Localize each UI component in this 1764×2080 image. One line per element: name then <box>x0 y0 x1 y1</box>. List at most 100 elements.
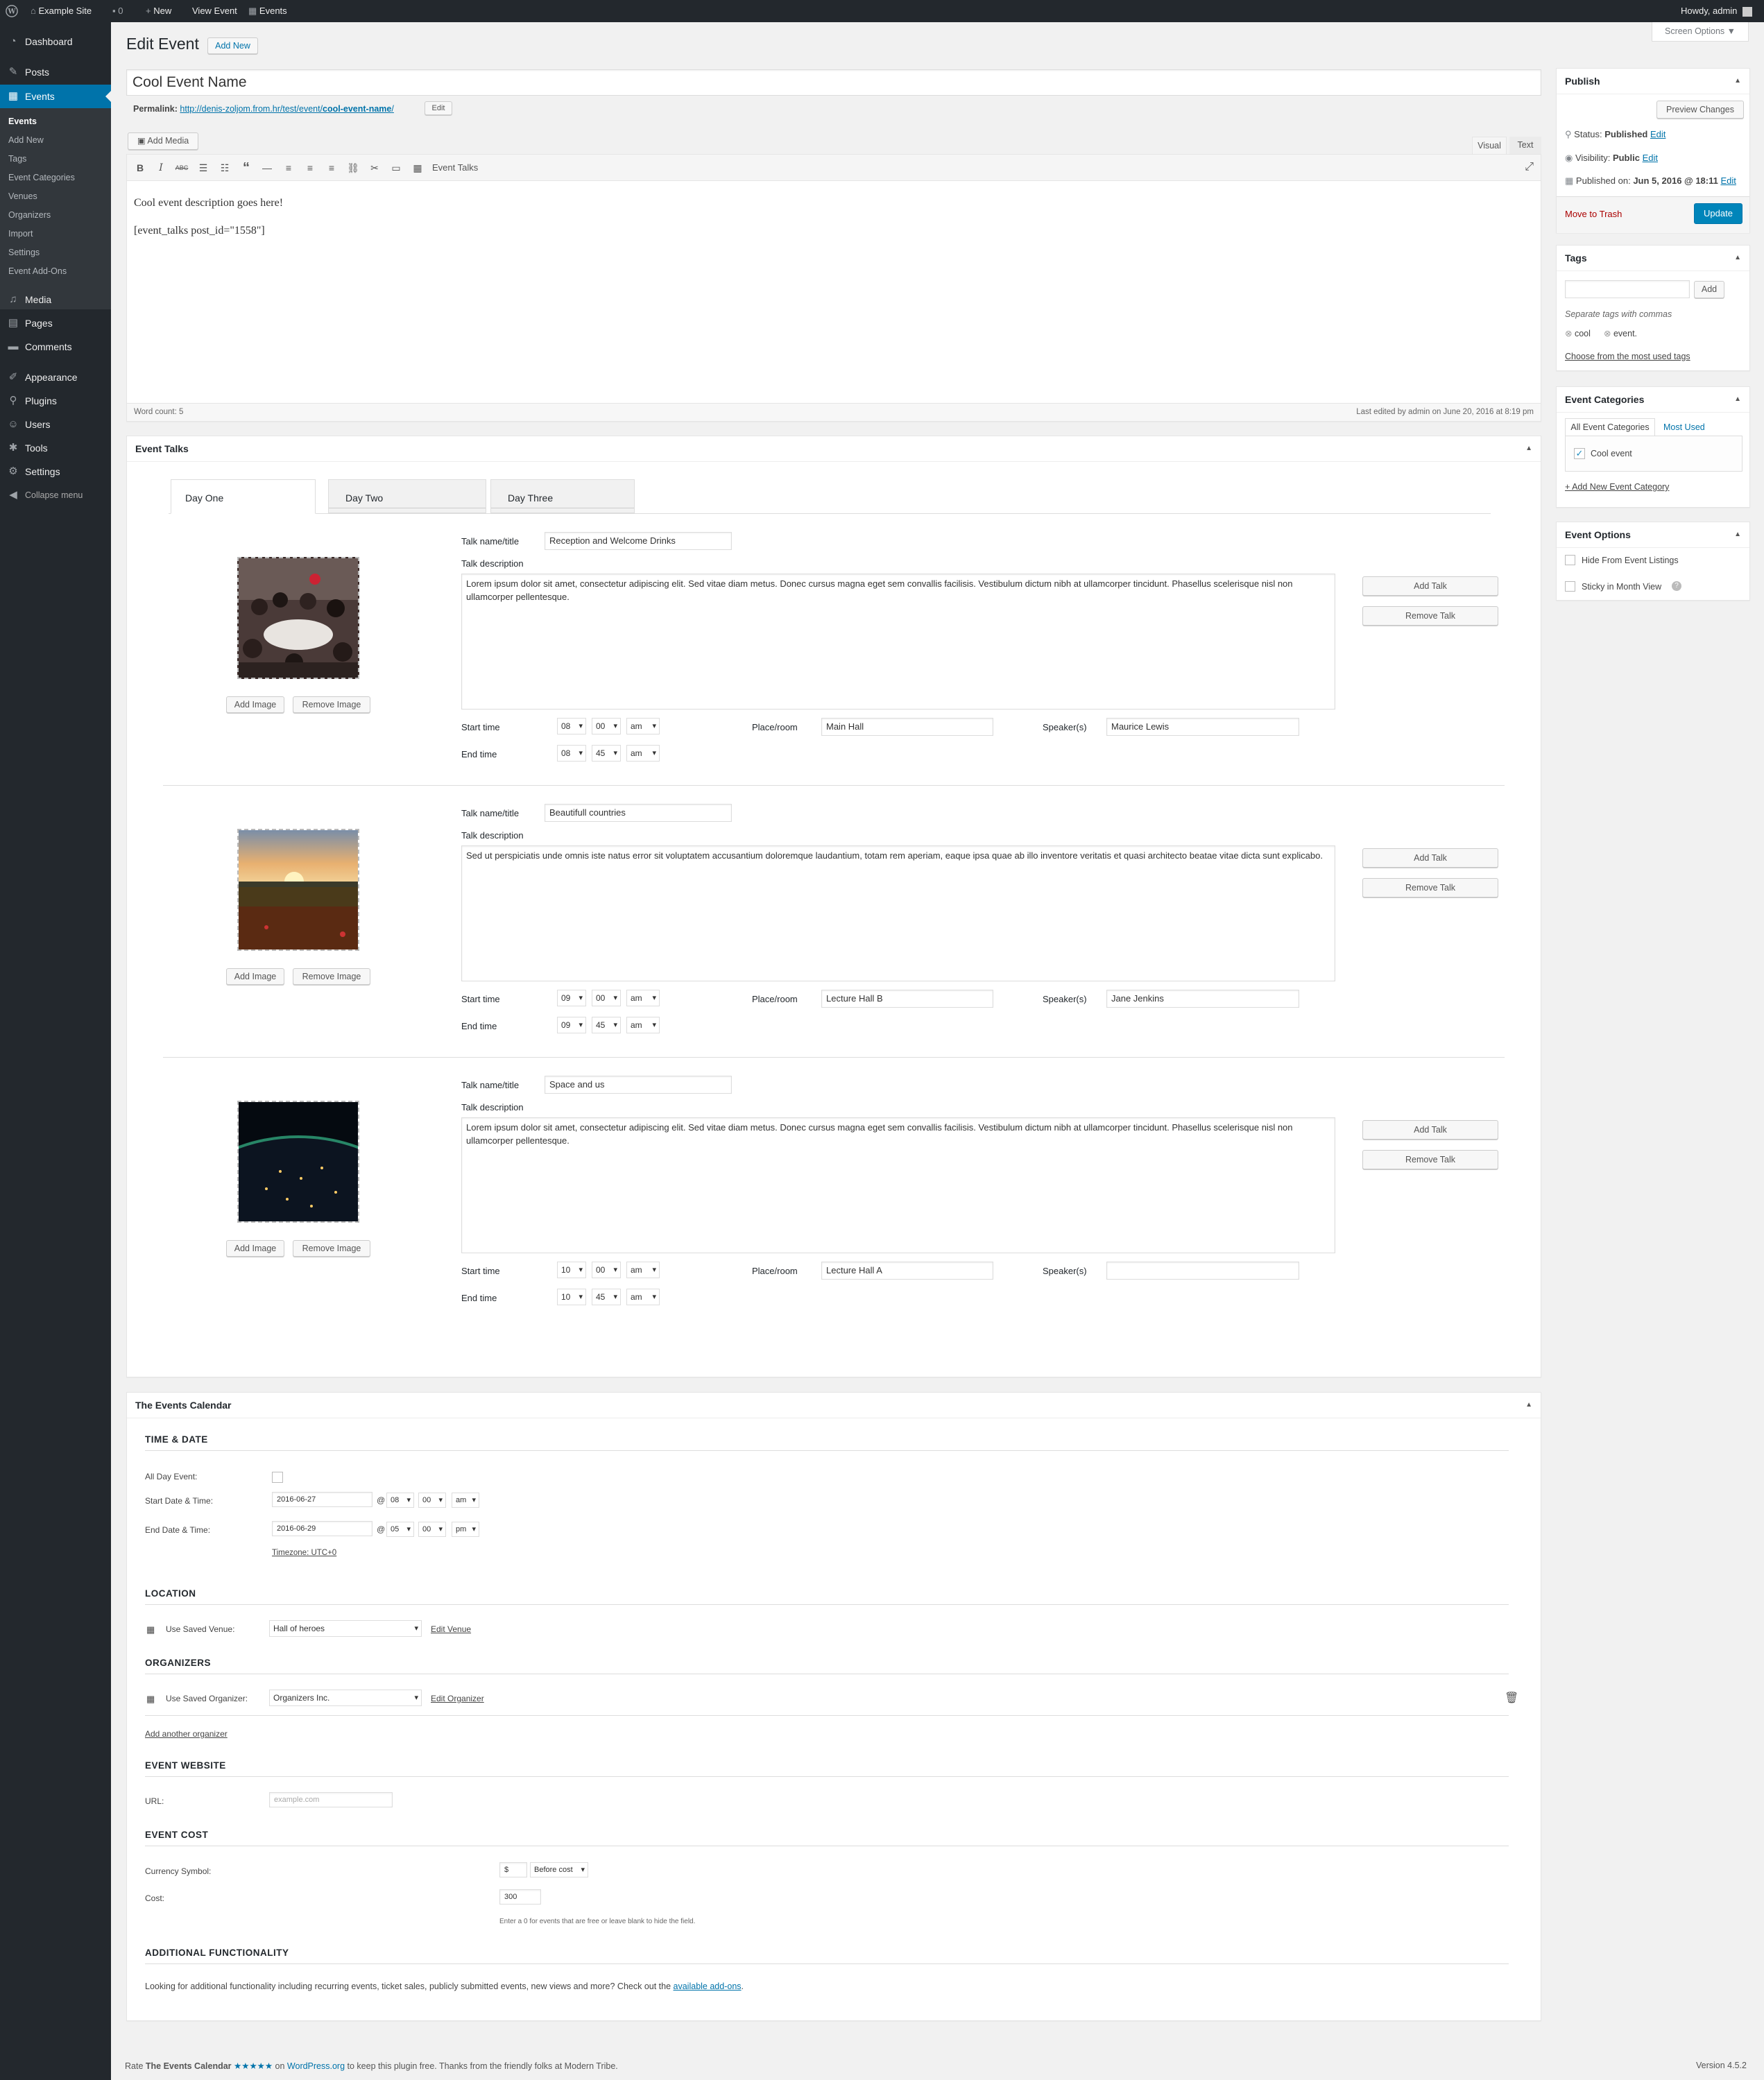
end-ampm-select[interactable]: am <box>626 1289 660 1305</box>
all-day-checkbox[interactable] <box>272 1472 283 1483</box>
place-input[interactable]: Lecture Hall B <box>821 990 993 1008</box>
fullscreen-icon[interactable]: ⤢ <box>1525 161 1534 173</box>
url-input[interactable]: example.com <box>269 1792 393 1807</box>
edit-status-link[interactable]: Edit <box>1650 129 1665 139</box>
menu-posts[interactable]: ✎ Posts <box>0 60 111 84</box>
menu-settings[interactable]: ⚙ Settings <box>0 460 111 483</box>
collapse-arrow-icon[interactable]: ▲ <box>1734 531 1741 538</box>
talk-description-textarea[interactable]: Lorem ipsum dolor sit amet, consectetur … <box>461 574 1335 710</box>
category-checkbox[interactable]: ✓ <box>1574 448 1585 459</box>
rating-stars[interactable]: ★★★★★ <box>234 2061 273 2071</box>
toolbar-toggle-icon[interactable]: ▦ <box>410 158 425 178</box>
collapse-arrow-icon[interactable]: ▲ <box>1525 1401 1532 1409</box>
hide-from-listings-checkbox[interactable] <box>1565 555 1575 565</box>
submenu-event-categories[interactable]: Event Categories <box>0 169 111 187</box>
start-ampm-select[interactable]: am <box>626 718 660 734</box>
add-image-button[interactable]: Add Image <box>226 1240 284 1257</box>
view-event-link[interactable]: View Event <box>192 0 237 22</box>
comments-link[interactable]: ▪ 0 <box>112 0 123 22</box>
talk-description-textarea[interactable]: Lorem ipsum dolor sit amet, consectetur … <box>461 1117 1335 1253</box>
submenu-import[interactable]: Import <box>0 225 111 243</box>
end-hour-select[interactable]: 09 <box>557 1017 586 1033</box>
submenu-venues[interactable]: Venues <box>0 187 111 206</box>
submenu-tags[interactable]: Tags <box>0 150 111 169</box>
post-title-input[interactable]: Cool Event Name <box>126 69 1541 96</box>
start-minute-select[interactable]: 00 <box>592 1262 621 1278</box>
align-left-icon[interactable]: ≡ <box>281 158 296 178</box>
align-right-icon[interactable]: ≡ <box>324 158 339 178</box>
bullet-list-icon[interactable]: ☰ <box>196 158 211 178</box>
preview-changes-button[interactable]: Preview Changes <box>1656 101 1744 119</box>
link-icon[interactable]: ⛓ <box>345 158 361 178</box>
screen-options-tab[interactable]: Screen Options ▼ <box>1652 22 1749 42</box>
end-minute-select[interactable]: 45 <box>592 745 621 762</box>
remove-image-button[interactable]: Remove Image <box>293 696 370 713</box>
end-ampm-select[interactable]: am <box>626 1017 660 1033</box>
speaker-input[interactable] <box>1106 1262 1299 1280</box>
tab-most-used[interactable]: Most Used <box>1663 422 1705 432</box>
submenu-events[interactable]: Events <box>0 112 111 131</box>
end-ampm-select[interactable]: pm <box>452 1522 479 1537</box>
italic-icon[interactable]: I <box>153 158 169 178</box>
add-organizer-link[interactable]: Add another organizer <box>145 1729 228 1739</box>
read-more-icon[interactable]: ▭ <box>388 158 404 178</box>
horizontal-line-icon[interactable]: — <box>259 158 275 178</box>
end-hour-select[interactable]: 10 <box>557 1289 586 1305</box>
organizer-select[interactable]: Organizers Inc. <box>269 1690 422 1706</box>
menu-events[interactable]: ▦ Events <box>0 85 111 108</box>
start-ampm-select[interactable]: am <box>626 1262 660 1278</box>
add-image-button[interactable]: Add Image <box>226 968 284 985</box>
collapse-arrow-icon[interactable]: ▲ <box>1734 395 1741 403</box>
permalink-edit-button[interactable]: Edit <box>425 101 452 115</box>
remove-image-button[interactable]: Remove Image <box>293 1240 370 1257</box>
tab-day-three[interactable]: Day Three <box>490 479 635 513</box>
submenu-add-new[interactable]: Add New <box>0 131 111 150</box>
place-input[interactable]: Lecture Hall A <box>821 1262 993 1280</box>
tab-text[interactable]: Text <box>1509 137 1541 155</box>
talk-name-input[interactable]: Beautifull countries <box>545 804 732 822</box>
trash-icon[interactable]: 🗑 <box>1505 1691 1518 1705</box>
start-ampm-select[interactable]: am <box>626 990 660 1006</box>
currency-symbol-input[interactable]: $ <box>499 1862 527 1877</box>
edit-venue-link[interactable]: Edit Venue <box>431 1624 471 1634</box>
add-image-button[interactable]: Add Image <box>226 696 284 713</box>
help-icon[interactable]: ? <box>1672 581 1681 591</box>
venue-select[interactable]: Hall of heroes <box>269 1620 422 1637</box>
remove-tag-icon[interactable]: ⊗ <box>1565 329 1572 338</box>
submenu-organizers[interactable]: Organizers <box>0 206 111 225</box>
start-hour-select[interactable]: 10 <box>557 1262 586 1278</box>
howdy-account-link[interactable]: Howdy, admin <box>1681 0 1753 22</box>
edit-visibility-link[interactable]: Edit <box>1643 153 1658 163</box>
start-minute-select[interactable]: 00 <box>418 1493 446 1508</box>
menu-pages[interactable]: ▤ Pages <box>0 311 111 335</box>
talk-name-input[interactable]: Space and us <box>545 1076 732 1094</box>
edit-organizer-link[interactable]: Edit Organizer <box>431 1694 484 1703</box>
menu-comments[interactable]: ▬ Comments <box>0 335 111 359</box>
add-new-category-link[interactable]: + Add New Event Category <box>1565 482 1669 492</box>
speaker-input[interactable]: Jane Jenkins <box>1106 990 1299 1008</box>
sticky-month-view-checkbox[interactable] <box>1565 581 1575 592</box>
timezone-link[interactable]: Timezone: UTC+0 <box>272 1549 336 1557</box>
remove-talk-button[interactable]: Remove Talk <box>1362 878 1498 897</box>
editor-content[interactable]: Cool event description goes here! [event… <box>134 196 1521 390</box>
start-minute-select[interactable]: 00 <box>592 718 621 734</box>
event-talks-button[interactable]: Event Talks <box>432 158 478 178</box>
move-to-trash-link[interactable]: Move to Trash <box>1565 209 1622 219</box>
events-bar-link[interactable]: ▦ Events <box>248 0 287 22</box>
submenu-settings[interactable]: Settings <box>0 243 111 262</box>
tab-day-two[interactable]: Day Two <box>328 479 486 513</box>
start-hour-select[interactable]: 08 <box>557 718 586 734</box>
end-minute-select[interactable]: 00 <box>418 1522 446 1537</box>
remove-tag-icon[interactable]: ⊗ <box>1604 329 1611 338</box>
menu-users[interactable]: ☺ Users <box>0 413 111 436</box>
speaker-input[interactable]: Maurice Lewis <box>1106 718 1299 736</box>
start-hour-select[interactable]: 09 <box>557 990 586 1006</box>
tab-all-categories[interactable]: All Event Categories <box>1565 418 1655 436</box>
add-talk-button[interactable]: Add Talk <box>1362 1120 1498 1140</box>
place-input[interactable]: Main Hall <box>821 718 993 736</box>
end-hour-select[interactable]: 08 <box>557 745 586 762</box>
align-center-icon[interactable]: ≡ <box>302 158 318 178</box>
choose-most-used-tags-link[interactable]: Choose from the most used tags <box>1565 352 1690 361</box>
update-button[interactable]: Update <box>1694 203 1742 224</box>
menu-media[interactable]: ♫ Media <box>0 288 111 311</box>
